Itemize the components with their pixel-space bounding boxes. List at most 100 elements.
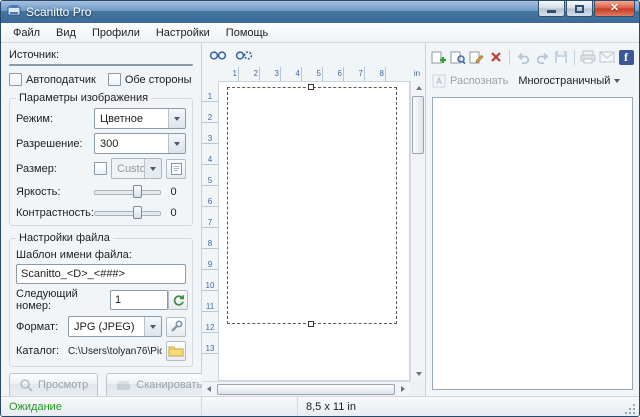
chevron-down-icon (168, 134, 185, 153)
titlebar: Scanitto Pro ✕ (1, 1, 639, 23)
close-icon: ✕ (610, 3, 619, 14)
autofeeder-checkbox[interactable] (9, 73, 22, 86)
resolution-value: 300 (100, 138, 168, 150)
next-number-input[interactable] (110, 290, 168, 310)
view-tool-button[interactable] (207, 45, 229, 65)
horizontal-scroll-thumb[interactable] (217, 384, 395, 395)
format-select[interactable]: JPG (JPEG) (68, 316, 162, 337)
chevron-down-icon (144, 317, 161, 336)
save-button[interactable] (552, 47, 570, 67)
preview-toolbar (202, 43, 425, 67)
reset-counter-icon (172, 294, 185, 307)
ruler-unit: in (410, 67, 424, 81)
browse-folder-button[interactable] (166, 341, 186, 361)
facebook-button[interactable]: f (617, 47, 635, 67)
multipage-button[interactable]: Многостраничный (518, 75, 620, 87)
image-params-title: Параметры изображения (16, 92, 151, 104)
app-icon (7, 4, 21, 21)
h-ruler: 12345678 (218, 67, 410, 81)
format-label: Формат: (16, 321, 68, 333)
size-select: Custom (111, 158, 162, 179)
scan-button-label: Сканировать (136, 379, 202, 391)
menu-item-0[interactable]: Файл (5, 25, 48, 41)
format-options-button[interactable] (166, 317, 186, 337)
template-label: Шаблон имени файла: (16, 249, 186, 261)
magnifier-icon (19, 378, 33, 392)
redo-button[interactable] (533, 47, 551, 67)
redo-icon (535, 51, 550, 64)
view-page-icon (450, 50, 466, 65)
scroll-down-button[interactable] (411, 367, 426, 381)
resize-grip[interactable] (623, 402, 637, 416)
source-select[interactable] (9, 64, 193, 66)
pages-list[interactable] (432, 97, 633, 390)
page-setup-button[interactable] (166, 159, 186, 179)
scan-selection[interactable] (227, 87, 397, 324)
print-button[interactable] (579, 47, 597, 67)
source-label: Источник: (9, 49, 193, 61)
edit-page-button[interactable] (468, 47, 486, 67)
duplex-label: Обе стороны (125, 74, 192, 86)
size-checkbox[interactable] (94, 162, 107, 175)
resolution-select[interactable]: 300 (94, 133, 186, 154)
selection-handle-bottom[interactable] (308, 321, 314, 327)
folder-label: Каталог: (16, 345, 68, 357)
selection-handle-top[interactable] (308, 84, 314, 90)
file-settings-group: Настройки файла Шаблон имени файла: След… (9, 238, 193, 367)
email-button[interactable] (598, 47, 616, 67)
horizontal-scrollbar[interactable] (202, 381, 410, 396)
edit-page-icon (469, 50, 485, 65)
action-buttons: Просмотр Сканировать (9, 367, 193, 399)
minimize-button[interactable] (538, 1, 565, 17)
template-input[interactable] (16, 264, 186, 284)
scan-settings-panel: Источник: Автоподатчик Обе стороны Парам… (1, 43, 202, 396)
contrast-slider-thumb[interactable] (133, 206, 142, 219)
reset-counter-button[interactable] (168, 290, 188, 310)
brightness-label: Яркость: (16, 186, 94, 198)
save-icon (554, 50, 568, 64)
delete-page-button[interactable] (487, 47, 505, 67)
page-setup-icon (170, 162, 183, 176)
main-area: Источник: Автоподатчик Обе стороны Парам… (1, 43, 639, 396)
preview-button[interactable]: Просмотр (9, 373, 98, 397)
scroll-left-button[interactable] (202, 382, 216, 396)
vertical-scroll-thumb[interactable] (412, 96, 424, 154)
maximize-icon (575, 5, 584, 13)
menu-item-1[interactable]: Вид (48, 25, 84, 41)
view-page-button[interactable] (449, 47, 467, 67)
app-window: Scanitto Pro ✕ ФайлВидПрофилиНастройкиПо… (0, 0, 640, 417)
window-controls: ✕ (537, 1, 639, 17)
menu-item-2[interactable]: Профили (84, 25, 148, 41)
mode-select[interactable]: Цветное (94, 108, 186, 129)
undo-button[interactable] (514, 47, 532, 67)
mode-value: Цветное (100, 113, 168, 125)
scroll-right-button[interactable] (396, 382, 410, 396)
size-value: Custom (117, 163, 144, 175)
glasses-icon (209, 50, 227, 61)
v-ruler: 12345678910111213 (202, 81, 218, 381)
scan-area-tool-button[interactable] (233, 45, 255, 65)
scroll-up-button[interactable] (411, 81, 426, 95)
add-page-button[interactable] (430, 47, 448, 67)
contrast-slider[interactable] (94, 204, 161, 221)
resolution-label: Разрешение: (16, 138, 94, 150)
scan-canvas[interactable] (218, 81, 410, 381)
mode-label: Режим: (16, 113, 94, 125)
autofeeder-label: Автоподатчик (26, 74, 96, 86)
close-button[interactable]: ✕ (594, 1, 635, 17)
maximize-button[interactable] (566, 1, 593, 17)
recognize-button[interactable]: Распознать (432, 74, 508, 88)
brightness-slider-thumb[interactable] (133, 185, 142, 198)
vertical-scrollbar[interactable] (410, 81, 425, 381)
brightness-slider[interactable] (94, 183, 161, 200)
menu-item-4[interactable]: Помощь (218, 25, 277, 41)
add-page-icon (431, 50, 447, 65)
duplex-checkbox[interactable] (108, 73, 121, 86)
menu-item-3[interactable]: Настройки (148, 25, 218, 41)
status-page-size: 8,5 x 11 in (298, 401, 364, 413)
delete-icon (490, 51, 502, 63)
minimize-icon (547, 10, 556, 13)
undo-icon (516, 51, 531, 64)
source-options: Автоподатчик Обе стороны (9, 73, 193, 86)
image-params-group: Параметры изображения Режим: Цветное Раз… (9, 98, 193, 226)
